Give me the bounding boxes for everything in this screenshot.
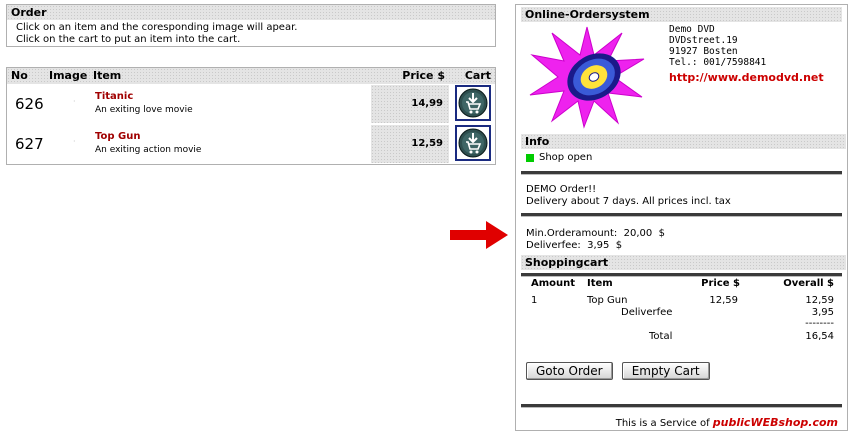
ordersystem-header: Online-Ordersystem — [521, 7, 842, 22]
product-no: 626 — [15, 95, 44, 113]
goto-order-button[interactable]: Goto Order — [526, 362, 613, 380]
col-no: No — [11, 69, 28, 82]
shop-url-link[interactable]: http://www.demodvd.net — [669, 71, 824, 84]
col-item: Item — [93, 69, 122, 82]
cart-fee-label: Deliverfee — [621, 307, 673, 318]
col-image: Image — [49, 69, 88, 82]
divider — [521, 171, 842, 175]
product-image-placeholder[interactable]: · — [73, 137, 76, 146]
dvd-logo — [529, 26, 645, 129]
shoppingcart-header: Shoppingcart — [521, 255, 846, 270]
product-desc: An exiting love movie — [95, 105, 193, 115]
ordersystem-panel: Online-Ordersystem Demo DVD DVDstreet.19… — [515, 4, 848, 431]
product-title[interactable]: Top Gun — [95, 131, 140, 142]
product-price: 14,99 — [411, 98, 443, 109]
cart-col-price: Price $ — [701, 278, 740, 289]
cart-fee-value: 3,95 — [811, 307, 834, 318]
cart-icon — [458, 88, 488, 118]
order-header: Order — [7, 5, 495, 20]
cart-line-price: 12,59 — [709, 295, 738, 306]
product-desc: An exiting action movie — [95, 145, 202, 155]
product-table-header: No Image Item Price $ Cart — [7, 68, 495, 84]
cart-col-overall: Overall $ — [783, 278, 834, 289]
info-note-demo: DEMO Order!! — [526, 184, 597, 195]
price-cell: 12,59 — [371, 125, 449, 163]
arrow-right-icon — [450, 221, 508, 249]
status-indicator-icon — [526, 154, 534, 162]
product-price: 12,59 — [411, 138, 443, 149]
cart-line-amount: 1 — [531, 295, 538, 306]
cart-total-label: Total — [649, 331, 673, 342]
cart-line-item: Top Gun — [587, 295, 628, 306]
order-panel: Order Click on an item and the corespond… — [6, 4, 496, 47]
product-table: No Image Item Price $ Cart 626 · Titanic… — [6, 67, 496, 165]
info-notes: DEMO Order!! Delivery about 7 days. All … — [521, 184, 847, 208]
cart-col-amount: Amount — [531, 278, 576, 289]
col-cart: Cart — [464, 69, 491, 82]
empty-cart-button[interactable]: Empty Cart — [621, 362, 710, 380]
shop-status: Shop open — [521, 152, 842, 164]
table-row[interactable]: 627 · Top Gun An exiting action movie 12… — [7, 125, 495, 163]
add-to-cart-button[interactable] — [455, 125, 491, 161]
price-cell: 14,99 — [371, 85, 449, 123]
order-instruction-1: Click on an item and the coresponding im… — [16, 22, 298, 33]
info-note-delivery: Delivery about 7 days. All prices incl. … — [526, 196, 731, 207]
cart-actions: Goto Order Empty Cart — [521, 360, 847, 380]
deliverfee-info: Deliverfee: 3,95 $ — [526, 240, 623, 251]
footer: This is a Service of publicWEBshop.com — [521, 416, 842, 429]
shop-city: 91927 Bosten — [669, 46, 738, 57]
info-header: Info — [521, 134, 846, 149]
cart-total-value: 16,54 — [805, 331, 834, 342]
cart-col-item: Item — [587, 278, 613, 289]
shop-company: Demo DVD — [669, 24, 715, 35]
cart-line-overall: 12,59 — [805, 295, 834, 306]
shop-street: DVDstreet.19 — [669, 35, 738, 46]
divider — [521, 404, 842, 408]
divider — [521, 213, 842, 217]
shop-address: Demo DVD DVDstreet.19 91927 Bosten Tel.:… — [669, 24, 766, 68]
add-to-cart-button[interactable] — [455, 85, 491, 121]
table-row[interactable]: 626 · Titanic An exiting love movie 14,9… — [7, 85, 495, 123]
product-title[interactable]: Titanic — [95, 91, 133, 102]
footer-prefix: This is a Service of — [615, 418, 710, 429]
col-price: Price $ — [402, 69, 445, 82]
shop-phone: Tel.: 001/7598841 — [669, 57, 767, 68]
min-order-amount: Min.Orderamount: 20,00 $ — [526, 228, 665, 239]
divider — [521, 273, 842, 277]
cart-icon — [458, 128, 488, 158]
order-instruction-2: Click on the cart to put an item into th… — [16, 34, 241, 45]
product-no: 627 — [15, 135, 44, 153]
cart-separator: -------- — [805, 318, 834, 329]
footer-brand-link[interactable]: publicWEBshop.com — [713, 416, 838, 429]
status-text: Shop open — [539, 152, 593, 163]
cart-table: Amount Item Price $ Overall $ 1 Top Gun … — [521, 278, 842, 358]
order-limits: Min.Orderamount: 20,00 $ Deliverfee: 3,9… — [521, 228, 847, 252]
product-image-placeholder[interactable]: · — [73, 97, 76, 106]
